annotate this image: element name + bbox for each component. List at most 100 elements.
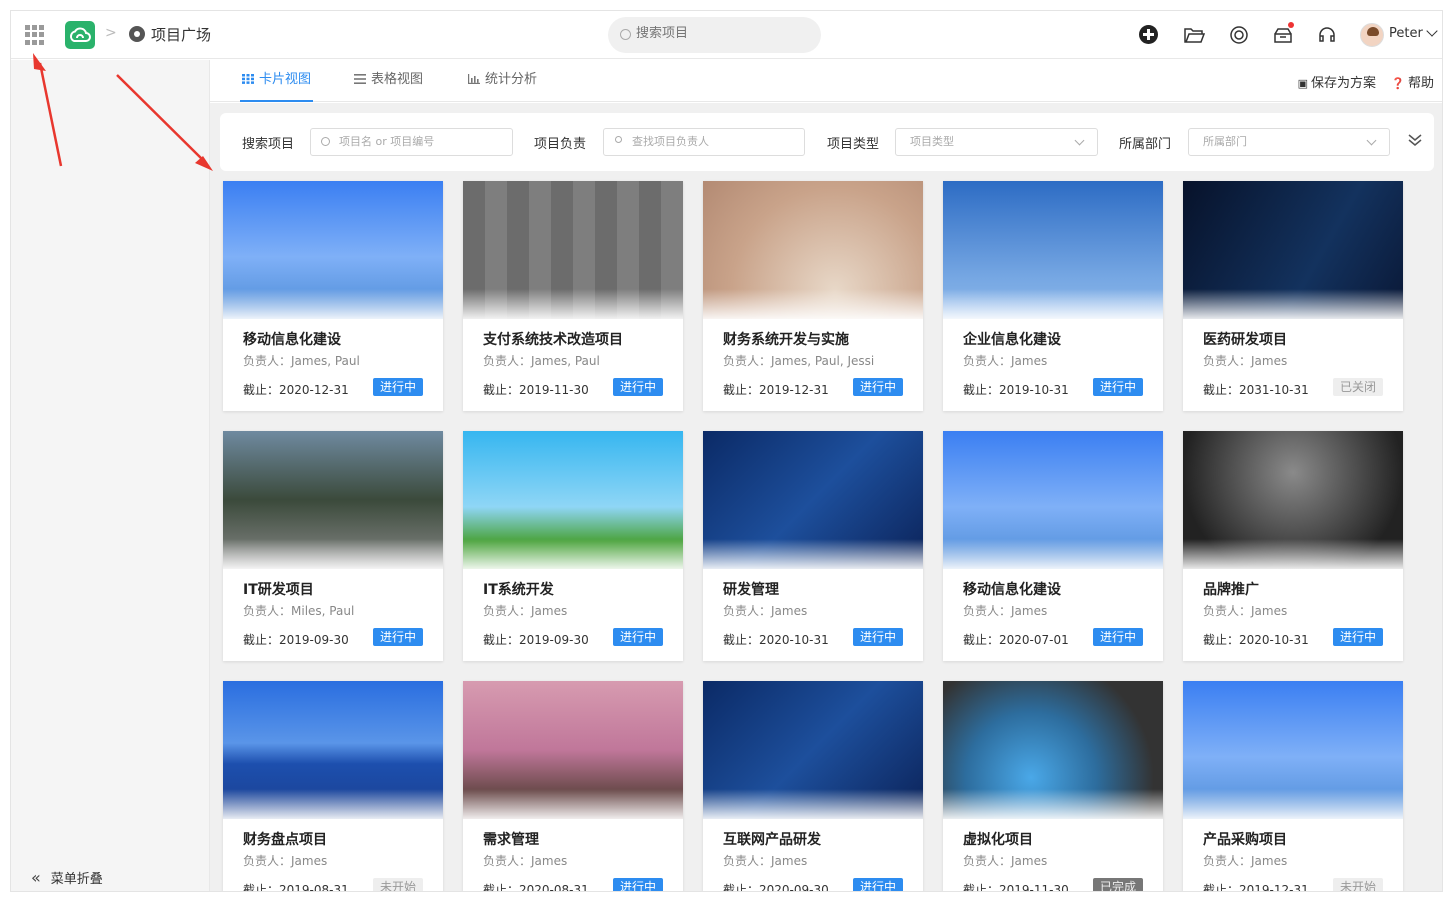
project-card[interactable]: 财务系统开发与实施 负责人：James, Paul, Jessi 截止：2019-1…	[703, 181, 923, 411]
project-due-date: 截止：2019-08-31	[243, 883, 349, 892]
project-cover-image	[703, 681, 923, 819]
status-badge: 已完成	[1093, 878, 1143, 891]
project-title: IT系统开发	[483, 582, 554, 598]
filter-search-input[interactable]: 项目名 or 项目编号	[310, 128, 513, 156]
project-card[interactable]: 移动信息化建设 负责人：James, Paul 截止：2020-12-31 进行中	[223, 181, 443, 411]
global-search[interactable]	[608, 17, 821, 53]
status-badge: 进行中	[1093, 378, 1143, 396]
project-title: 财务盘点项目	[243, 832, 327, 848]
project-cover-image	[943, 181, 1163, 319]
project-card[interactable]: 支付系统技术改造项目 负责人：James, Paul 截止：2019-11-30 进行…	[463, 181, 683, 411]
project-card[interactable]: 互联网产品研发 负责人：James 截止：2020-09-30 进行中	[703, 681, 923, 892]
project-owner: 负责人：James, Paul	[243, 354, 360, 368]
main-content: 搜索项目 项目名 or 项目编号 项目负责 查找项目负责人 项目类型 项目类型 …	[210, 103, 1442, 891]
project-cover-image	[1183, 181, 1403, 319]
project-owner: 负责人：James, Paul	[483, 354, 600, 368]
project-due-date: 截止：2019-09-30	[243, 633, 349, 647]
project-title: 虚拟化项目	[963, 832, 1033, 848]
status-badge: 进行中	[373, 628, 423, 646]
project-due-date: 截止：2020-09-30	[723, 883, 829, 892]
filter-search-label: 搜索项目	[242, 137, 295, 152]
sidebar: « 菜单折叠	[11, 60, 210, 891]
card-grid-icon	[242, 74, 254, 84]
breadcrumb-separator: >	[105, 25, 117, 41]
status-badge: 进行中	[613, 378, 663, 396]
filter-owner-label: 项目负责	[534, 137, 587, 152]
page-title: 项目广场	[151, 26, 212, 44]
project-owner: 负责人：James	[483, 854, 568, 868]
project-owner: 负责人：James	[1203, 854, 1288, 868]
project-cover-image	[223, 431, 443, 569]
expand-filters-icon[interactable]	[1408, 133, 1422, 147]
project-card[interactable]: 医药研发项目 负责人：James 截止：2031-10-31 已关闭	[1183, 181, 1403, 411]
project-cover-image	[703, 431, 923, 569]
status-badge: 进行中	[613, 628, 663, 646]
project-cover-image	[463, 681, 683, 819]
help-button[interactable]: ❓ 帮助	[1391, 72, 1434, 91]
filter-type-placeholder: 项目类型	[910, 135, 954, 148]
status-badge: 进行中	[853, 878, 903, 891]
project-cover-image	[223, 181, 443, 319]
project-cover-image	[463, 431, 683, 569]
grid-icon[interactable]	[25, 25, 45, 45]
folder-open-icon[interactable]	[1183, 24, 1206, 46]
tab-table-view[interactable]: 表格视图	[354, 60, 423, 102]
lifebuoy-icon[interactable]	[1228, 24, 1250, 46]
project-title: 需求管理	[483, 832, 539, 848]
project-card[interactable]: 品牌推广 负责人：James 截止：2020-10-31 进行中	[1183, 431, 1403, 661]
chevron-down-icon	[1074, 135, 1085, 146]
filter-type-select[interactable]: 项目类型	[895, 128, 1098, 156]
plus-circle-icon[interactable]	[1139, 25, 1158, 44]
avatar[interactable]	[1360, 23, 1384, 47]
filter-search-placeholder: 项目名 or 项目编号	[339, 135, 435, 148]
filter-dept-select[interactable]: 所属部门	[1188, 128, 1390, 156]
project-owner: 负责人：James, Paul, Jessi	[723, 354, 875, 368]
project-card[interactable]: 研发管理 负责人：James 截止：2020-10-31 进行中	[703, 431, 923, 661]
tab-label: 卡片视图	[259, 72, 312, 87]
user-name[interactable]: Peter	[1389, 26, 1423, 41]
project-card[interactable]: IT系统开发 负责人：James 截止：2019-09-30 进行中	[463, 431, 683, 661]
project-plaza-icon	[129, 26, 145, 42]
project-owner: 负责人：James	[723, 854, 808, 868]
project-card[interactable]: 虚拟化项目 负责人：James 截止：2019-11-30 已完成	[943, 681, 1163, 892]
chevron-down-icon[interactable]	[1426, 25, 1438, 37]
project-cover-image	[1183, 681, 1403, 819]
filter-type-label: 项目类型	[827, 137, 880, 152]
collapse-menu-label: 菜单折叠	[50, 872, 103, 887]
project-owner: 负责人：James	[1203, 604, 1288, 618]
project-title: 移动信息化建设	[963, 582, 1061, 598]
project-card[interactable]: IT研发项目 负责人：Miles, Paul 截止：2019-09-30 进行中	[223, 431, 443, 661]
headset-icon[interactable]	[1316, 24, 1338, 46]
double-chevron-left-icon: «	[31, 868, 41, 887]
tab-card-view[interactable]: 卡片视图	[240, 60, 314, 102]
list-icon	[354, 74, 366, 84]
project-owner: 负责人：James	[963, 604, 1048, 618]
status-badge: 进行中	[373, 378, 423, 396]
filter-owner-input[interactable]: 查找项目负责人	[603, 128, 805, 156]
project-title: 财务系统开发与实施	[723, 332, 849, 348]
question-icon: ❓	[1391, 77, 1405, 90]
project-due-date: 截止：2019-09-30	[483, 633, 589, 647]
project-due-date: 截止：2019-11-30	[963, 883, 1069, 892]
project-cover-image	[463, 181, 683, 319]
project-card[interactable]: 需求管理 负责人：James 截止：2020-08-31 进行中	[463, 681, 683, 891]
tab-statistics[interactable]: 统计分析	[468, 60, 537, 102]
status-badge: 进行中	[1093, 628, 1143, 646]
project-card[interactable]: 移动信息化建设 负责人：James 截止：2020-07-01 进行中	[943, 431, 1163, 661]
collapse-menu-button[interactable]: « 菜单折叠	[31, 868, 103, 887]
global-search-input[interactable]	[636, 26, 806, 41]
chevron-down-icon	[1366, 135, 1377, 146]
inbox-icon[interactable]	[1272, 22, 1294, 46]
project-card[interactable]: 产品采购项目 负责人：James 截止：2019-12-31 未开始	[1183, 681, 1403, 891]
project-title: 品牌推广	[1203, 582, 1259, 598]
project-card[interactable]: 企业信息化建设 负责人：James 截止：2019-10-31 进行中	[943, 181, 1163, 411]
save-scheme-button[interactable]: ▣ 保存为方案	[1298, 72, 1376, 91]
project-cover-image	[943, 681, 1163, 819]
cloud-logo-icon[interactable]	[65, 21, 95, 49]
project-card[interactable]: 财务盘点项目 负责人：James 截止：2019-08-31 未开始	[223, 681, 443, 892]
project-due-date: 截止：2020-07-01	[963, 633, 1069, 647]
view-tabs: 卡片视图 表格视图 统计分析 ▣ 保存为方案 ❓ 帮助	[210, 60, 1442, 102]
project-cover-image	[1183, 431, 1403, 569]
project-owner: 负责人：James	[1203, 354, 1288, 368]
search-icon	[321, 137, 330, 146]
